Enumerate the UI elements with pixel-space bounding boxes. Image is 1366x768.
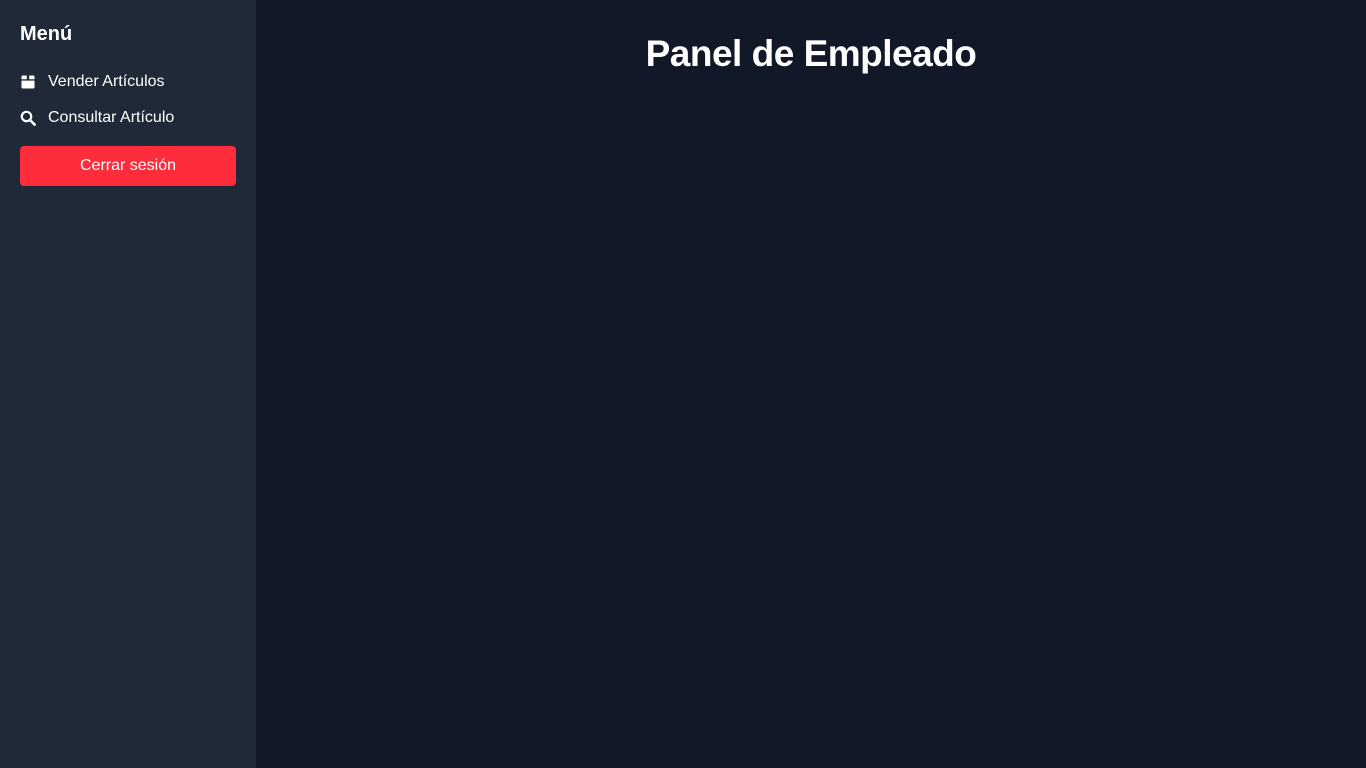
- box-icon: [20, 74, 36, 90]
- sidebar-item-label: Vender Artículos: [48, 73, 165, 90]
- sidebar: Menú Vender Artículos Consultar Artículo…: [0, 0, 256, 768]
- search-icon: [20, 110, 36, 126]
- sidebar-item-consultar-articulo[interactable]: Consultar Artículo: [20, 100, 236, 136]
- page-title: Panel de Empleado: [645, 33, 977, 74]
- app-window: Menú Vender Artículos Consultar Artículo…: [0, 0, 1366, 768]
- sidebar-item-vender-articulos[interactable]: Vender Artículos: [20, 64, 236, 100]
- main-content: Panel de Empleado: [256, 0, 1366, 768]
- logout-button[interactable]: Cerrar sesión: [20, 146, 236, 186]
- sidebar-title: Menú: [20, 23, 73, 45]
- sidebar-item-label: Consultar Artículo: [48, 109, 175, 126]
